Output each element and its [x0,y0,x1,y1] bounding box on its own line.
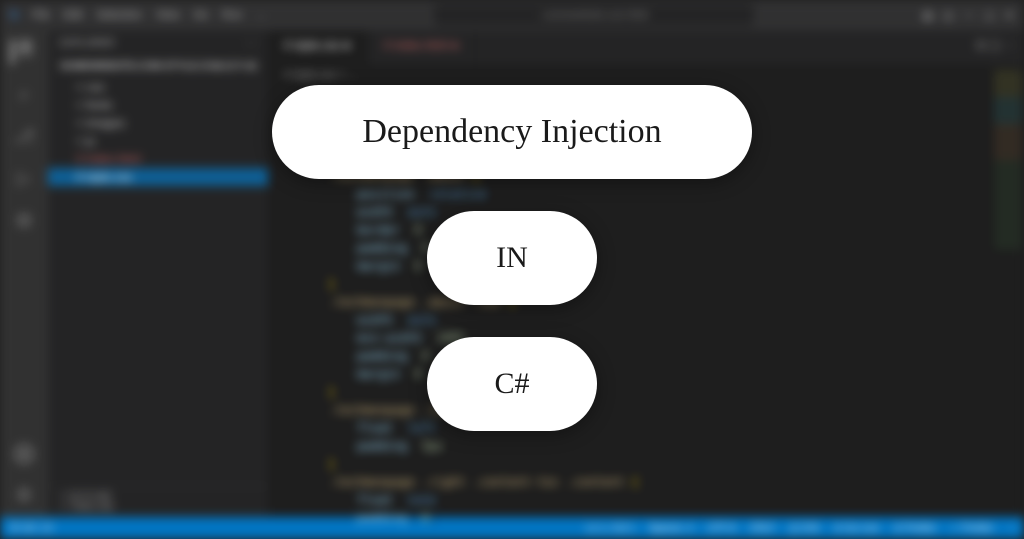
title-pill-main: Dependency Injection [272,85,752,179]
title-text-main: Dependency Injection [362,113,661,151]
title-text-in: IN [496,241,528,275]
title-overlay: Dependency Injection IN C# [0,0,1024,539]
title-pill-in: IN [427,211,597,305]
title-text-lang: C# [494,367,529,401]
title-pill-lang: C# [427,337,597,431]
